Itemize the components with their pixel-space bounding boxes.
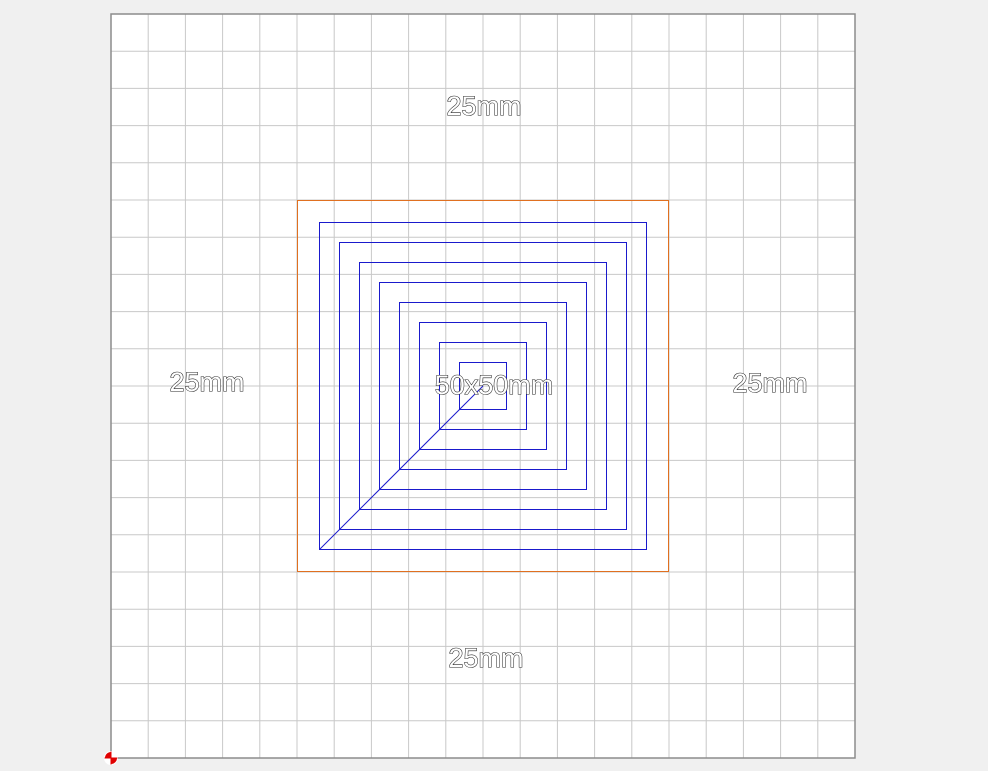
design-canvas[interactable]: 25mm 25mm 50x50mm 25mm 25mm [0, 0, 988, 771]
left-margin-label: 25mm [169, 367, 244, 397]
center-size-label: 50x50mm [435, 370, 554, 400]
bottom-margin-label: 25mm [448, 643, 523, 673]
workspace-svg[interactable]: 25mm 25mm 50x50mm 25mm 25mm [0, 0, 988, 771]
origin-crosshair-icon[interactable] [104, 751, 118, 765]
right-margin-label: 25mm [732, 368, 807, 398]
top-margin-label: 25mm [446, 91, 521, 121]
